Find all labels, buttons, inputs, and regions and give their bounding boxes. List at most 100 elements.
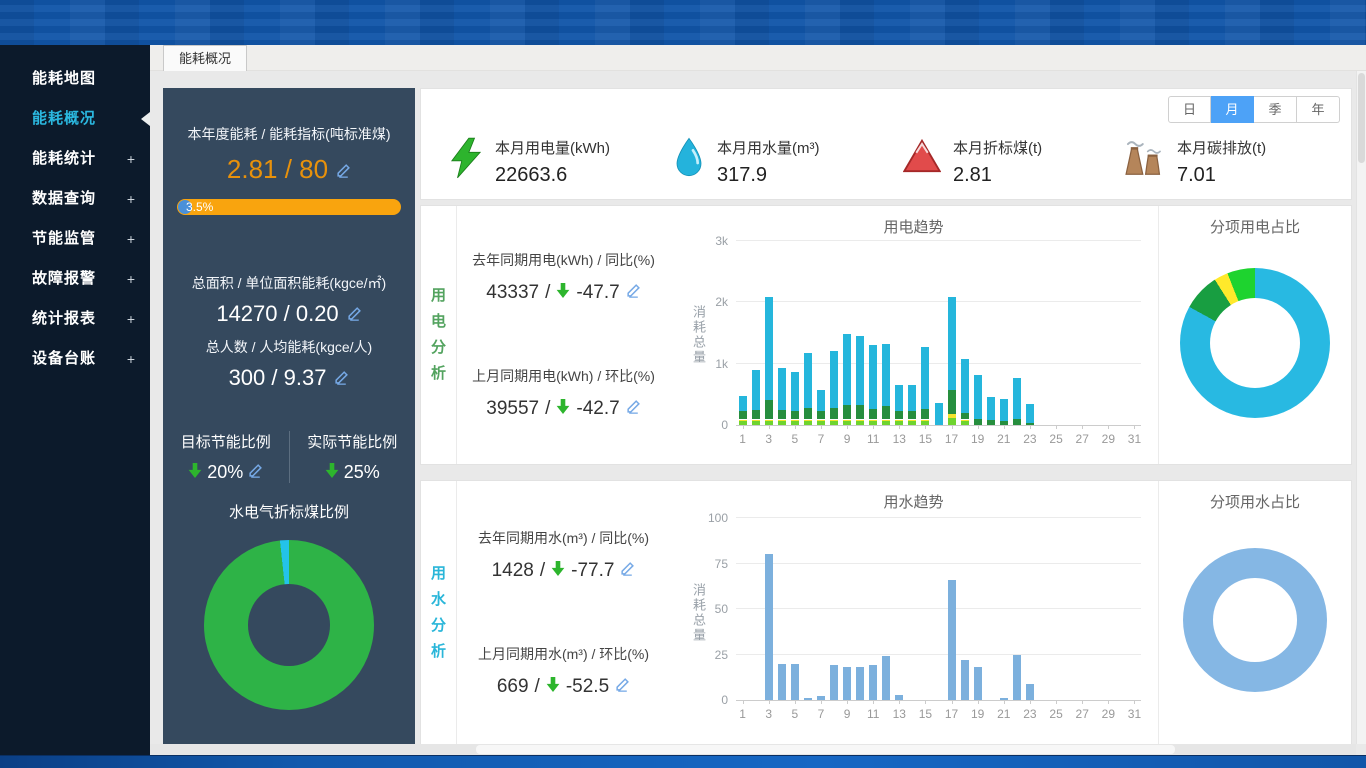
lightning-icon bbox=[449, 137, 483, 184]
bar-segment bbox=[843, 420, 851, 422]
period-button-quarter[interactable]: 季 bbox=[1254, 96, 1297, 123]
saving-ratio-row: 目标节能比例 20% 实际节能比例 25% bbox=[163, 431, 415, 483]
x-axis-tick bbox=[847, 425, 848, 429]
x-axis-tick bbox=[795, 700, 796, 704]
sidebar-item-fault-alarm[interactable]: 故障报警+ bbox=[0, 259, 150, 299]
bar-segment bbox=[752, 370, 760, 410]
edit-pencil-icon[interactable] bbox=[336, 154, 351, 185]
electric-mix-title: 分项用电占比 bbox=[1159, 216, 1351, 237]
sidebar-item-energy-map[interactable]: 能耗地图 bbox=[0, 59, 150, 99]
bar-segment bbox=[804, 420, 812, 422]
sidebar-item-label: 数据查询 bbox=[32, 190, 96, 207]
horizontal-scrollbar-thumb[interactable] bbox=[476, 745, 1175, 754]
y-axis-tick-label: 2k bbox=[715, 295, 728, 309]
bar-segment bbox=[778, 420, 786, 422]
period-button-month[interactable]: 月 bbox=[1211, 96, 1254, 123]
x-axis-tick bbox=[978, 700, 979, 704]
bar-segment bbox=[974, 667, 982, 700]
target-ratio-value-row: 20% bbox=[163, 462, 289, 483]
expand-plus-icon[interactable]: + bbox=[127, 219, 136, 259]
bar-segment bbox=[869, 665, 877, 700]
sidebar-item-report-forms[interactable]: 统计报表+ bbox=[0, 299, 150, 339]
water-analysis-side-label: 用水分析 bbox=[421, 481, 457, 744]
bar-segment bbox=[869, 420, 877, 422]
overview-panel: 本年度能耗 / 能耗指标(吨标准煤) 2.81 / 80 3.5% 总面积 / … bbox=[163, 88, 415, 745]
bar-segment bbox=[948, 580, 956, 700]
x-axis-tick bbox=[873, 425, 874, 429]
tab-energy-overview[interactable]: 能耗概况 bbox=[163, 45, 247, 71]
tab-bar: 能耗概况 bbox=[150, 45, 1366, 71]
period-button-year[interactable]: 年 bbox=[1297, 96, 1340, 123]
period-button-day[interactable]: 日 bbox=[1168, 96, 1211, 123]
edit-pencil-icon[interactable] bbox=[248, 462, 263, 483]
edit-pencil-icon[interactable] bbox=[620, 560, 635, 582]
bar-segment bbox=[791, 372, 799, 411]
slash: / bbox=[545, 282, 550, 304]
gridline bbox=[736, 517, 1141, 518]
edit-pencil-icon[interactable] bbox=[626, 398, 641, 420]
x-axis-tick-label: 17 bbox=[945, 707, 958, 721]
x-axis-tick bbox=[769, 700, 770, 704]
bar-segment bbox=[987, 420, 995, 425]
water-analysis-card: 用水分析 去年同期用水(m³) / 同比(%) 1428 / -77.7 bbox=[420, 480, 1352, 745]
expand-plus-icon[interactable]: + bbox=[127, 139, 136, 179]
factory-icon bbox=[1123, 137, 1165, 182]
vertical-scrollbar-thumb[interactable] bbox=[1358, 73, 1365, 163]
bar-segment bbox=[739, 411, 747, 420]
stat-item-coal: 本月折标煤(t)2.81 bbox=[903, 137, 1042, 187]
x-axis-tick bbox=[1056, 425, 1057, 429]
electric-trend-region: 用电趋势 消耗总量 01k2k3k13579111315171921232527… bbox=[669, 206, 1159, 464]
x-axis-tick-label: 27 bbox=[1076, 707, 1089, 721]
sidebar-item-equipment-ledger[interactable]: 设备台账+ bbox=[0, 339, 150, 379]
sidebar-item-label: 节能监管 bbox=[32, 230, 96, 247]
bar-segment bbox=[882, 406, 890, 419]
edit-pencil-icon[interactable] bbox=[615, 676, 630, 698]
bar-segment bbox=[974, 375, 982, 420]
water-yoy-label: 去年同期用水(m³) / 同比(%) bbox=[458, 528, 669, 548]
annual-energy-value-row: 2.81 / 80 bbox=[163, 154, 415, 185]
electric-analysis-side-text: 用电分析 bbox=[430, 283, 447, 387]
edit-pencil-icon[interactable] bbox=[347, 301, 362, 327]
gridline bbox=[736, 608, 1141, 609]
electric-mix-region: 分项用电占比 bbox=[1159, 206, 1351, 464]
taskbar bbox=[0, 755, 1366, 768]
sidebar-item-energy-supervision[interactable]: 节能监管 + bbox=[0, 219, 150, 259]
sidebar-item-label: 能耗统计 bbox=[32, 150, 96, 167]
edit-pencil-icon[interactable] bbox=[334, 365, 349, 391]
down-arrow-icon bbox=[556, 398, 570, 420]
bar-segment bbox=[765, 297, 773, 399]
edit-pencil-icon[interactable] bbox=[626, 282, 641, 304]
y-axis-tick-label: 100 bbox=[708, 511, 728, 525]
x-axis-tick-label: 19 bbox=[971, 432, 984, 446]
x-axis-tick-label: 29 bbox=[1102, 707, 1115, 721]
bar-segment bbox=[830, 351, 838, 408]
actual-ratio-label: 实际节能比例 bbox=[290, 431, 416, 452]
expand-plus-icon[interactable]: + bbox=[127, 299, 136, 339]
water-mom-value-row: 669 / -52.5 bbox=[458, 676, 669, 698]
x-axis-tick bbox=[743, 425, 744, 429]
x-axis-tick bbox=[899, 700, 900, 704]
bar-segment bbox=[961, 660, 969, 700]
bar-segment bbox=[804, 353, 812, 408]
vertical-scrollbar[interactable] bbox=[1356, 71, 1366, 744]
sidebar-item-energy-overview[interactable]: 能耗概况 bbox=[0, 99, 150, 139]
sidebar-item-data-query[interactable]: 数据查询 + bbox=[0, 179, 150, 219]
sidebar-item-energy-stats[interactable]: 能耗统计 + bbox=[0, 139, 150, 179]
x-axis-tick-label: 7 bbox=[818, 432, 825, 446]
bar-segment bbox=[739, 420, 747, 422]
x-axis-tick bbox=[1082, 700, 1083, 704]
y-axis-tick-label: 25 bbox=[715, 648, 728, 662]
water-mom-label: 上月同期用水(m³) / 环比(%) bbox=[458, 644, 669, 664]
stat-label: 本月折标煤(t) bbox=[953, 137, 1042, 158]
bar-segment bbox=[882, 656, 890, 700]
energy-mix-title: 水电气折标煤比例 bbox=[163, 501, 415, 522]
x-axis-tick bbox=[952, 700, 953, 704]
x-axis-tick-label: 9 bbox=[844, 432, 851, 446]
expand-plus-icon[interactable]: + bbox=[127, 259, 136, 299]
bar-segment bbox=[921, 420, 929, 422]
expand-plus-icon[interactable]: + bbox=[127, 179, 136, 219]
expand-plus-icon[interactable]: + bbox=[127, 339, 136, 379]
gridline bbox=[736, 563, 1141, 564]
horizontal-scrollbar[interactable] bbox=[150, 744, 1356, 755]
x-axis-tick-label: 17 bbox=[945, 432, 958, 446]
